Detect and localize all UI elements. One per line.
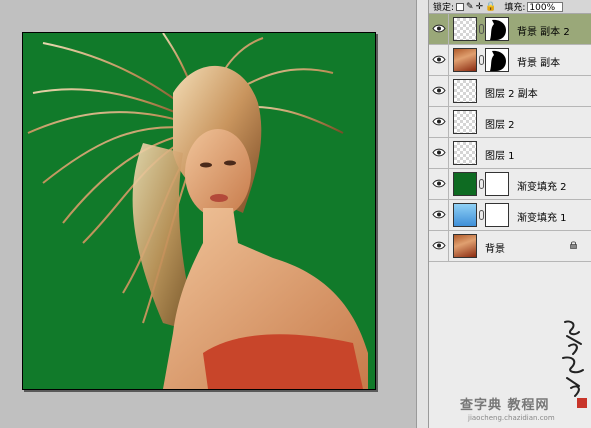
layer-thumbnail[interactable] [453, 234, 477, 258]
lock-label: 锁定: [433, 3, 455, 13]
eye-visibility-icon[interactable] [431, 145, 446, 160]
layer-name: 背景 [485, 244, 505, 255]
fill-input[interactable]: 100% [527, 1, 564, 13]
link-column-divider [448, 76, 449, 106]
layer-thumbnail[interactable] [453, 203, 477, 227]
link-column-divider [448, 138, 449, 168]
layer-row[interactable]: 图层 2 [429, 107, 591, 138]
canvas-area [0, 0, 416, 428]
layer-mask-thumbnail[interactable] [485, 17, 509, 41]
layer-thumbnail[interactable] [453, 17, 477, 41]
layer-row[interactable]: 图层 1 [429, 138, 591, 169]
layer-mask-thumbnail[interactable] [485, 203, 509, 227]
vertical-scrollbar[interactable] [416, 0, 429, 428]
layer-row[interactable]: 背景 副本 2 [429, 14, 591, 45]
lock-all-icon[interactable]: 🔒 [485, 2, 496, 12]
layer-thumbnail[interactable] [453, 79, 477, 103]
lock-transparent-icon[interactable] [456, 2, 465, 11]
link-column-divider [448, 169, 449, 199]
layer-row[interactable]: 背景 副本 [429, 45, 591, 76]
eye-visibility-icon[interactable] [431, 21, 446, 36]
layer-name: 图层 2 副本 [485, 89, 538, 100]
layer-list: 背景 副本 2 背景 副本图层 2 副本 图层 2 图层 1 渐变填充 2 渐变填充 1 背… [429, 14, 591, 262]
layer-name: 图层 1 [485, 151, 515, 162]
layer-thumbnail[interactable] [453, 110, 477, 134]
fill-label: 填充: [504, 3, 526, 13]
layer-row[interactable]: 图层 2 副本 [429, 76, 591, 107]
eye-visibility-icon[interactable] [431, 52, 446, 67]
lock-toolbar: 锁定: ✎ ✛ 🔒 填充: 100% [429, 0, 591, 14]
mask-link-icon[interactable] [479, 179, 484, 189]
layer-name: 图层 2 [485, 120, 515, 131]
layer-name: 渐变填充 2 [517, 182, 567, 193]
layer-row[interactable]: 背景 [429, 231, 591, 262]
layer-name: 背景 副本 2 [517, 27, 570, 38]
layer-thumbnail[interactable] [453, 141, 477, 165]
lock-icon [570, 241, 577, 249]
link-column-divider [448, 107, 449, 137]
portrait-image [23, 33, 375, 389]
eye-visibility-icon[interactable] [431, 114, 446, 129]
mask-link-icon[interactable] [479, 24, 484, 34]
layer-mask-thumbnail[interactable] [485, 48, 509, 72]
link-column-divider [448, 45, 449, 75]
mask-link-icon[interactable] [479, 210, 484, 220]
watermark-url: jiaocheng.chazidian.com [468, 414, 555, 422]
link-column-divider [448, 14, 449, 44]
layer-name: 背景 副本 [517, 58, 561, 69]
lock-brush-icon[interactable]: ✎ [466, 2, 474, 12]
watermark-text: 查字典 教程网 [460, 398, 550, 413]
eye-visibility-icon[interactable] [431, 238, 446, 253]
mask-link-icon[interactable] [479, 55, 484, 65]
eye-visibility-icon[interactable] [431, 176, 446, 191]
layer-thumbnail[interactable] [453, 48, 477, 72]
eye-visibility-icon[interactable] [431, 207, 446, 222]
layer-mask-thumbnail[interactable] [485, 172, 509, 196]
link-column-divider [448, 200, 449, 230]
calligraphy-signature [562, 320, 587, 408]
document-canvas[interactable] [23, 33, 375, 389]
layer-row[interactable]: 渐变填充 2 [429, 169, 591, 200]
eye-visibility-icon[interactable] [431, 83, 446, 98]
layer-name: 渐变填充 1 [517, 213, 567, 224]
layer-row[interactable]: 渐变填充 1 [429, 200, 591, 231]
layer-thumbnail[interactable] [453, 172, 477, 196]
lock-move-icon[interactable]: ✛ [476, 2, 484, 12]
link-column-divider [448, 231, 449, 261]
